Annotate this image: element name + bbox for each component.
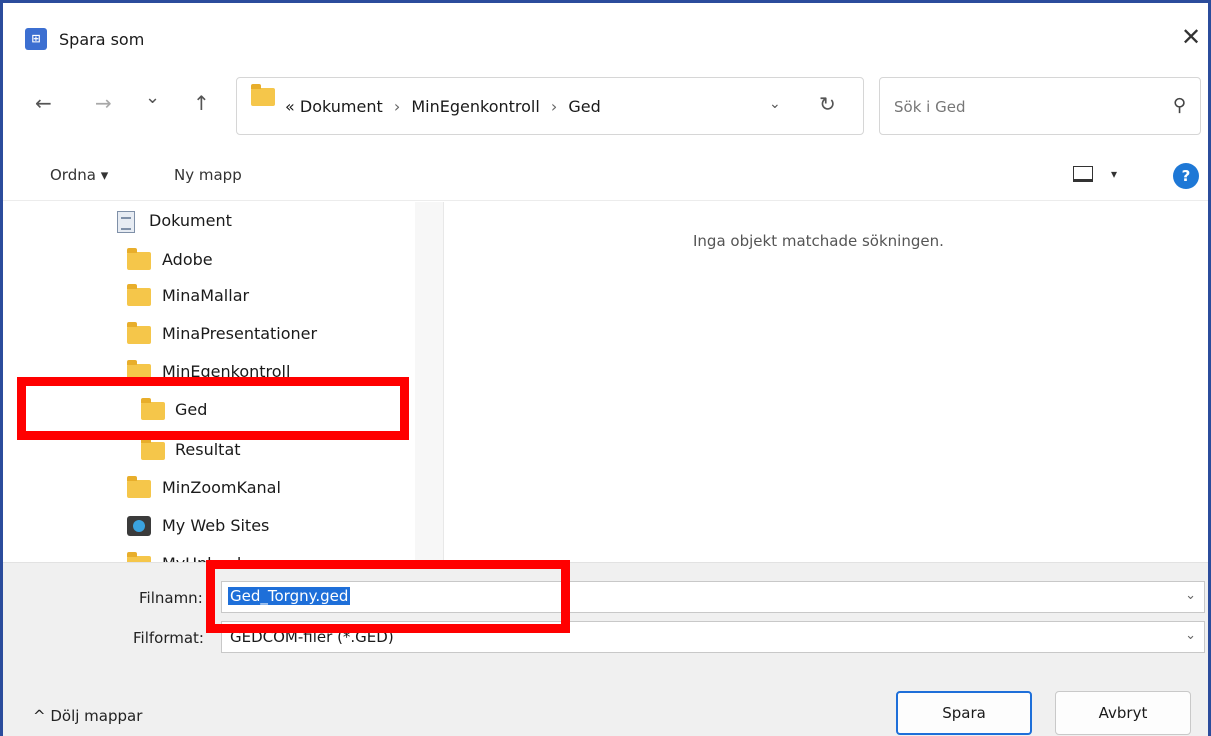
document-library-icon (117, 211, 135, 233)
organize-menu-button[interactable]: Ordna ▾ (50, 166, 108, 184)
pane-splitter[interactable] (443, 202, 444, 562)
empty-results-message: Inga objekt matchade sökningen. (693, 232, 944, 250)
tree-item-label: Adobe (162, 250, 213, 269)
tree-item-label: MinEgenkontroll (162, 362, 291, 381)
folder-icon (251, 84, 275, 106)
new-folder-button[interactable]: Ny mapp (174, 166, 242, 184)
file-format-value: GEDCOM-filer (*.GED) (230, 628, 394, 646)
command-toolbar: Ordna ▾ Ny mapp ▾ ? (3, 149, 1208, 201)
save-button[interactable]: Spara (896, 691, 1032, 735)
tree-item-label: Ged (175, 400, 208, 419)
breadcrumb-item-ged[interactable]: Ged (568, 97, 600, 116)
tree-scrollbar[interactable] (415, 202, 443, 562)
tree-item-label: My Web Sites (162, 516, 270, 535)
folder-icon (127, 476, 151, 498)
forward-arrow-icon[interactable]: → (95, 91, 112, 115)
chevron-down-icon[interactable]: ⌄ (1185, 628, 1196, 643)
view-options-icon[interactable] (1073, 166, 1093, 182)
close-icon[interactable]: ✕ (1181, 23, 1201, 51)
breadcrumb-separator[interactable]: › (394, 97, 400, 116)
breadcrumb-separator[interactable]: › (551, 97, 557, 116)
file-format-label: Filformat: (133, 629, 204, 647)
breadcrumb-item-minegenkontroll[interactable]: MinEgenkontroll (411, 97, 539, 116)
app-icon: ⊞ (25, 28, 47, 50)
recent-locations-chevron-icon[interactable]: ⌄ (145, 87, 160, 108)
folder-icon (127, 322, 151, 344)
web-sites-icon (127, 516, 151, 536)
help-icon[interactable]: ? (1173, 163, 1199, 189)
up-arrow-icon[interactable]: ↑ (193, 91, 210, 115)
tree-item-label: MinaMallar (162, 286, 250, 305)
folder-icon (141, 398, 165, 420)
hide-folders-button[interactable]: ^ Dölj mappar (33, 707, 142, 725)
folder-tree: Dokument Adobe MinaMallar MinaPresentati… (3, 202, 443, 562)
breadcrumb-item-dokument[interactable]: Dokument (300, 97, 383, 116)
folder-icon (127, 248, 151, 270)
breadcrumb-overflow[interactable]: « (285, 97, 295, 116)
breadcrumb: « Dokument › MinEgenkontroll › Ged (285, 97, 601, 116)
tree-item-label: MinaPresentationer (162, 324, 318, 343)
tree-item-label: MyUploads (162, 554, 250, 562)
chevron-down-icon[interactable]: ⌄ (769, 96, 781, 112)
refresh-icon[interactable]: ↻ (819, 92, 836, 116)
window-title: Spara som (59, 30, 145, 49)
filename-field[interactable]: Ged_Torgny.ged ⌄ (221, 581, 1205, 613)
filename-label: Filnamn: (139, 589, 203, 607)
navigation-bar: ← → ⌄ ↑ « Dokument › MinEgenkontroll › G… (3, 65, 1208, 145)
tree-item-label: Resultat (175, 440, 241, 459)
address-bar[interactable]: « Dokument › MinEgenkontroll › Ged ⌄ ↻ (236, 77, 864, 135)
folder-icon (127, 284, 151, 306)
search-input[interactable]: Sök i Ged (894, 98, 965, 116)
folder-icon (141, 438, 165, 460)
search-icon[interactable]: ⚲ (1173, 95, 1186, 116)
view-options-caret-icon[interactable]: ▾ (1111, 167, 1117, 181)
search-box[interactable]: Sök i Ged ⚲ (879, 77, 1201, 135)
cancel-button[interactable]: Avbryt (1055, 691, 1191, 735)
back-arrow-icon[interactable]: ← (35, 91, 52, 115)
title-bar: ⊞ Spara som ✕ (3, 3, 1208, 65)
chevron-down-icon[interactable]: ⌄ (1185, 588, 1196, 603)
file-format-select[interactable]: GEDCOM-filer (*.GED) ⌄ (221, 621, 1205, 653)
save-as-dialog: ⊞ Spara som ✕ ← → ⌄ ↑ « Dokument › MinEg… (0, 0, 1211, 736)
tree-item-label: Dokument (149, 211, 232, 230)
tree-item-label: MinZoomKanal (162, 478, 281, 497)
filename-input[interactable]: Ged_Torgny.ged (228, 587, 351, 605)
folder-icon (127, 360, 151, 382)
